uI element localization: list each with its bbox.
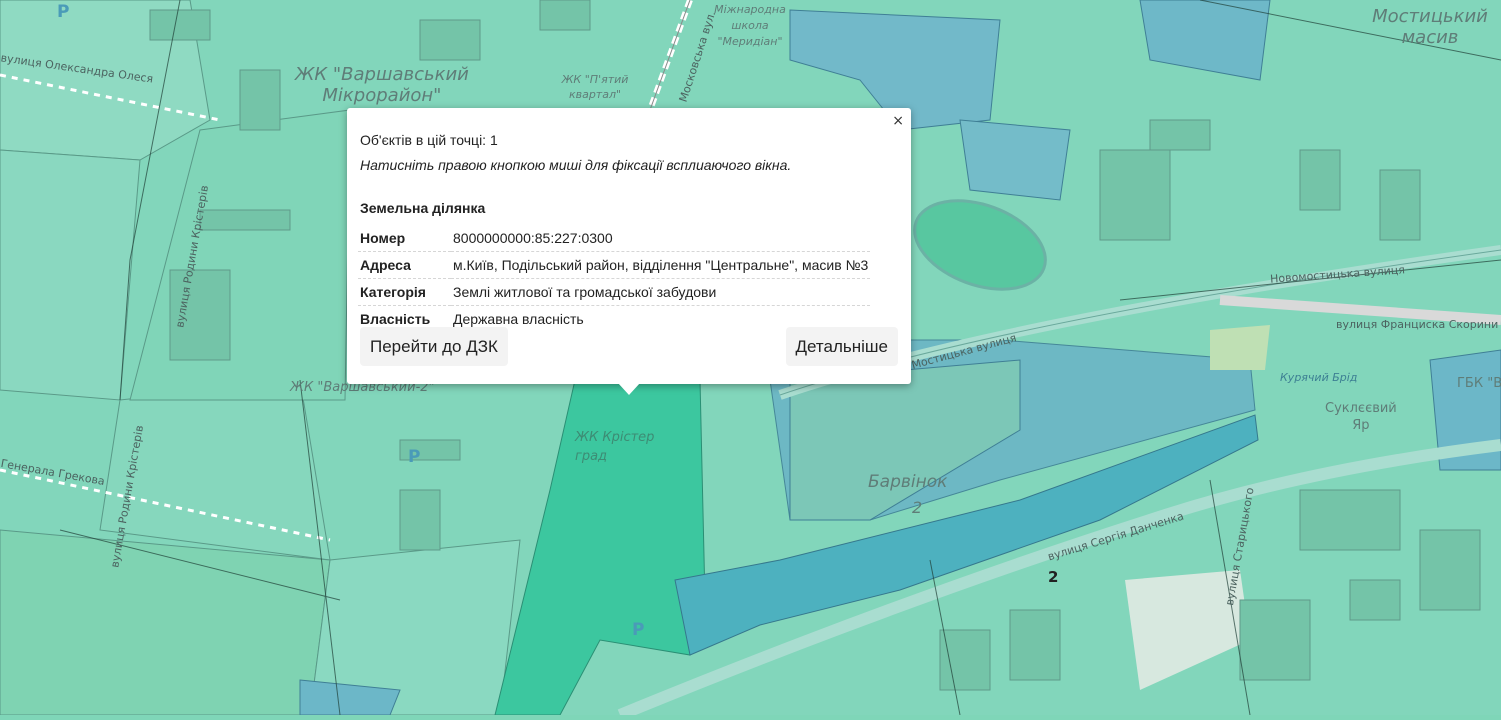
map-label-kuriachyi-brid: Курячий Брід [1280,371,1358,384]
attribute-value: м.Київ, Подільський район, відділення "Ц… [451,251,871,279]
parcel-info-popup: × Об'єктів в цій точці: 1 Натисніть прав… [347,108,911,384]
attribute-value: 8000000000:85:227:0300 [451,225,871,252]
parking-icon: P [57,2,70,22]
map-label-suklieievyi: Суклєєвий Яр [1325,401,1397,433]
table-row: Адреса м.Київ, Подільський район, відділ… [358,251,871,279]
attributes-table: Номер 8000000000:85:227:0300 Адреса м.Ки… [358,225,871,332]
map-label-barvinok: Барвінок [868,472,948,492]
parking-icon: P [408,447,421,467]
map-label-barvinok-num: 2 [912,498,923,517]
attribute-key: Номер [358,225,451,252]
map-label-mostytskyi: Мостицький масив [1372,6,1488,48]
table-row: Категорія Землі житлової та громадської … [358,278,871,306]
map-label-zhk-p-yatyi: ЖК "П'ятий квартал" [561,73,629,101]
parking-icon: P [632,620,645,640]
map-marker-number: 2 [1048,568,1059,586]
table-row: Номер 8000000000:85:227:0300 [358,225,871,252]
map-label-gbk: ГБК "В [1457,376,1501,391]
objects-count: Об'єктів в цій точці: 1 [360,132,498,148]
map-label-zhk-varshavskyi: ЖК "Варшавський Мікрорайон" [295,64,469,106]
details-button[interactable]: Детальніше [785,327,898,366]
map-label-street-skoryny: вулиця Франциска Скорини [1336,318,1499,331]
map-label-zhk-krister: ЖК Крістер град [575,430,655,464]
attribute-key: Адреса [358,251,451,279]
attribute-key: Категорія [358,278,451,306]
close-icon[interactable]: × [892,113,904,129]
attribute-value: Землі житлової та громадської забудови [451,278,871,306]
feature-title: Земельна ділянка [360,200,486,216]
go-to-dzk-button[interactable]: Перейти до ДЗК [360,327,508,366]
map-label-school: Міжнародна школа "Меридіан" [714,3,786,48]
popup-hint: Натисніть правою кнопкою миші для фіксац… [360,157,792,173]
popup-tip [618,383,640,395]
